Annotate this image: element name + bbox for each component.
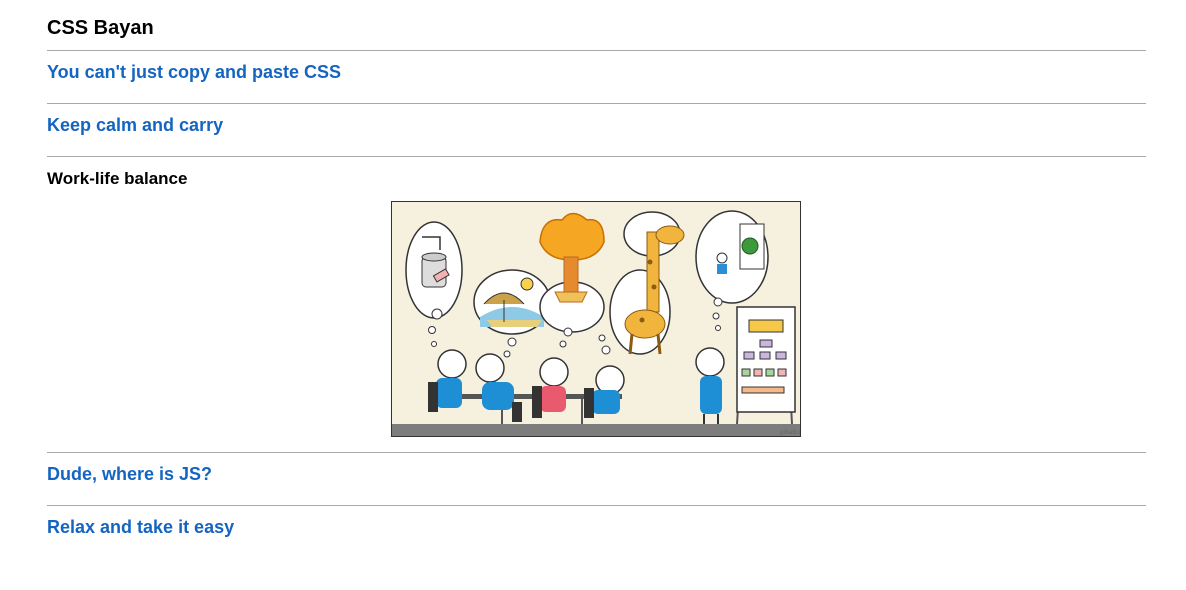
divider (47, 505, 1146, 506)
accordion-item-relax[interactable]: Relax and take it easy (47, 517, 234, 538)
accordion-item-work-life-balance[interactable]: Work-life balance (47, 169, 187, 189)
database-thought-bubble (405, 221, 463, 347)
divider (47, 50, 1146, 51)
giraffe-thought-bubble (598, 211, 685, 355)
person-1 (428, 349, 467, 412)
person-presenter (695, 347, 725, 424)
beach-thought-bubble (473, 269, 551, 358)
accordion-item-copy-paste-css[interactable]: You can't just copy and paste CSS (47, 62, 341, 83)
person-3 (532, 357, 569, 418)
explosion-thought-bubble (539, 212, 605, 348)
divider (47, 103, 1146, 104)
divider (47, 156, 1146, 157)
person-4 (584, 365, 625, 418)
comic-drawing: pikabu (392, 210, 800, 436)
divider (47, 452, 1146, 453)
flipchart (736, 306, 796, 425)
comic-illustration: pikabu (391, 201, 801, 437)
accordion-item-keep-calm[interactable]: Keep calm and carry (47, 115, 223, 136)
watermark: pikabu (780, 429, 800, 436)
person-2 (475, 353, 522, 422)
page-title: CSS Bayan (47, 17, 154, 39)
accordion-item-where-is-js[interactable]: Dude, where is JS? (47, 464, 212, 485)
